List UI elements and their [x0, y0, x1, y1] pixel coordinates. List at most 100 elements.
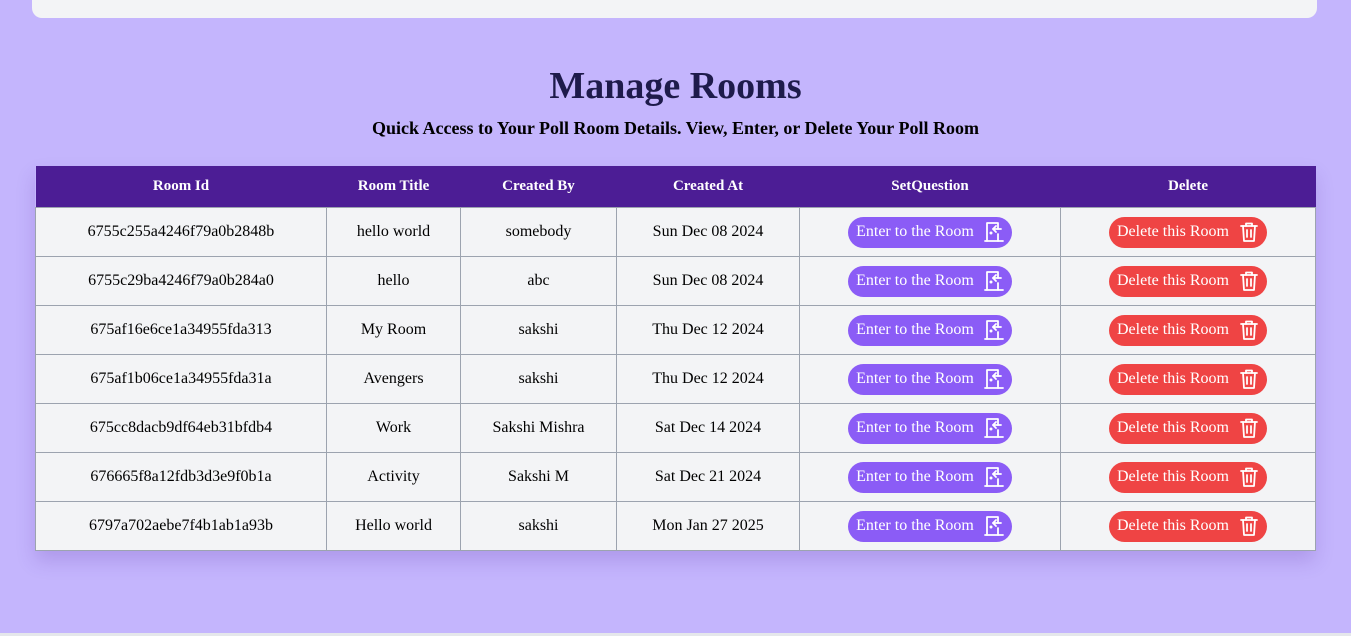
- created-by-cell: sakshi: [460, 305, 617, 355]
- enter-room-label: Enter to the Room: [856, 272, 974, 289]
- enter-room-button[interactable]: Enter to the Room: [848, 363, 1012, 395]
- table-row: 675af1b06ce1a34955fda31a Avengers sakshi…: [35, 354, 1316, 404]
- created-at-cell: Sat Dec 14 2024: [616, 403, 800, 453]
- trash-icon: [1239, 515, 1259, 537]
- enter-room-label: Enter to the Room: [856, 223, 974, 240]
- delete-room-label: Delete this Room: [1117, 370, 1229, 387]
- header-created-by: Created By: [460, 166, 617, 208]
- table-row: 675cc8dacb9df64eb31bfdb4 Work Sakshi Mis…: [35, 403, 1316, 453]
- created-by-cell: sakshi: [460, 354, 617, 404]
- set-question-cell: Enter to the Room: [799, 305, 1061, 355]
- trash-icon: [1239, 368, 1259, 390]
- set-question-cell: Enter to the Room: [799, 501, 1061, 551]
- room-id-cell: 675af1b06ce1a34955fda31a: [35, 354, 327, 404]
- delete-room-button[interactable]: Delete this Room: [1109, 461, 1267, 493]
- door-enter-icon: [983, 515, 1004, 537]
- door-enter-icon: [983, 270, 1004, 292]
- trash-icon: [1239, 417, 1259, 439]
- header-room-id: Room Id: [35, 166, 327, 208]
- enter-room-label: Enter to the Room: [856, 517, 974, 534]
- delete-room-label: Delete this Room: [1117, 223, 1229, 240]
- table-row: 6755c29ba4246f79a0b284a0 hello abc Sun D…: [35, 256, 1316, 306]
- delete-room-label: Delete this Room: [1117, 321, 1229, 338]
- created-at-cell: Thu Dec 12 2024: [616, 354, 800, 404]
- room-id-cell: 675af16e6ce1a34955fda313: [35, 305, 327, 355]
- rooms-table: Room Id Room Title Created By Created At…: [35, 166, 1316, 551]
- page-title: Manage Rooms: [549, 65, 802, 107]
- room-title-cell: Avengers: [326, 354, 461, 404]
- created-by-cell: Sakshi Mishra: [460, 403, 617, 453]
- delete-room-button[interactable]: Delete this Room: [1109, 412, 1267, 444]
- header-created-at: Created At: [616, 166, 800, 208]
- header-delete: Delete: [1060, 166, 1316, 208]
- set-question-cell: Enter to the Room: [799, 354, 1061, 404]
- delete-cell: Delete this Room: [1060, 305, 1316, 355]
- delete-room-label: Delete this Room: [1117, 419, 1229, 436]
- room-title-cell: My Room: [326, 305, 461, 355]
- created-at-cell: Sun Dec 08 2024: [616, 256, 800, 306]
- table-row: 6797a702aebe7f4b1ab1a93b Hello world sak…: [35, 501, 1316, 551]
- door-enter-icon: [983, 221, 1004, 243]
- room-id-cell: 6755c255a4246f79a0b2848b: [35, 207, 327, 257]
- delete-room-label: Delete this Room: [1117, 272, 1229, 289]
- set-question-cell: Enter to the Room: [799, 403, 1061, 453]
- table-row: 675af16e6ce1a34955fda313 My Room sakshi …: [35, 305, 1316, 355]
- header-room-title: Room Title: [326, 166, 461, 208]
- trash-icon: [1239, 221, 1259, 243]
- rooms-table-container: Room Id Room Title Created By Created At…: [35, 166, 1316, 551]
- room-title-cell: Work: [326, 403, 461, 453]
- room-id-cell: 6755c29ba4246f79a0b284a0: [35, 256, 327, 306]
- room-id-cell: 675cc8dacb9df64eb31bfdb4: [35, 403, 327, 453]
- room-title-cell: hello: [326, 256, 461, 306]
- room-title-cell: hello world: [326, 207, 461, 257]
- table-row: 676665f8a12fdb3d3e9f0b1a Activity Sakshi…: [35, 452, 1316, 502]
- delete-room-button[interactable]: Delete this Room: [1109, 314, 1267, 346]
- header-set-question: SetQuestion: [799, 166, 1061, 208]
- delete-cell: Delete this Room: [1060, 452, 1316, 502]
- door-enter-icon: [983, 466, 1004, 488]
- enter-room-button[interactable]: Enter to the Room: [848, 216, 1012, 248]
- trash-icon: [1239, 319, 1259, 341]
- created-at-cell: Sun Dec 08 2024: [616, 207, 800, 257]
- room-id-cell: 6797a702aebe7f4b1ab1a93b: [35, 501, 327, 551]
- enter-room-button[interactable]: Enter to the Room: [848, 314, 1012, 346]
- set-question-cell: Enter to the Room: [799, 207, 1061, 257]
- room-title-cell: Hello world: [326, 501, 461, 551]
- created-at-cell: Sat Dec 21 2024: [616, 452, 800, 502]
- delete-room-button[interactable]: Delete this Room: [1109, 265, 1267, 297]
- enter-room-button[interactable]: Enter to the Room: [848, 510, 1012, 542]
- delete-cell: Delete this Room: [1060, 256, 1316, 306]
- created-by-cell: abc: [460, 256, 617, 306]
- enter-room-button[interactable]: Enter to the Room: [848, 412, 1012, 444]
- table-header-row: Room Id Room Title Created By Created At…: [35, 166, 1316, 208]
- delete-cell: Delete this Room: [1060, 207, 1316, 257]
- enter-room-label: Enter to the Room: [856, 468, 974, 485]
- door-enter-icon: [983, 417, 1004, 439]
- set-question-cell: Enter to the Room: [799, 452, 1061, 502]
- enter-room-label: Enter to the Room: [856, 419, 974, 436]
- trash-icon: [1239, 270, 1259, 292]
- created-at-cell: Mon Jan 27 2025: [616, 501, 800, 551]
- delete-room-button[interactable]: Delete this Room: [1109, 216, 1267, 248]
- enter-room-label: Enter to the Room: [856, 321, 974, 338]
- door-enter-icon: [983, 319, 1004, 341]
- created-by-cell: Sakshi M: [460, 452, 617, 502]
- delete-room-button[interactable]: Delete this Room: [1109, 510, 1267, 542]
- room-title-cell: Activity: [326, 452, 461, 502]
- created-by-cell: sakshi: [460, 501, 617, 551]
- enter-room-button[interactable]: Enter to the Room: [848, 461, 1012, 493]
- delete-room-label: Delete this Room: [1117, 468, 1229, 485]
- table-row: 6755c255a4246f79a0b2848b hello world som…: [35, 207, 1316, 257]
- set-question-cell: Enter to the Room: [799, 256, 1061, 306]
- delete-room-label: Delete this Room: [1117, 517, 1229, 534]
- delete-room-button[interactable]: Delete this Room: [1109, 363, 1267, 395]
- enter-room-button[interactable]: Enter to the Room: [848, 265, 1012, 297]
- created-at-cell: Thu Dec 12 2024: [616, 305, 800, 355]
- top-navbar: [32, 0, 1317, 18]
- trash-icon: [1239, 466, 1259, 488]
- door-enter-icon: [983, 368, 1004, 390]
- page-subtitle: Quick Access to Your Poll Room Details. …: [372, 118, 979, 138]
- delete-cell: Delete this Room: [1060, 501, 1316, 551]
- delete-cell: Delete this Room: [1060, 403, 1316, 453]
- created-by-cell: somebody: [460, 207, 617, 257]
